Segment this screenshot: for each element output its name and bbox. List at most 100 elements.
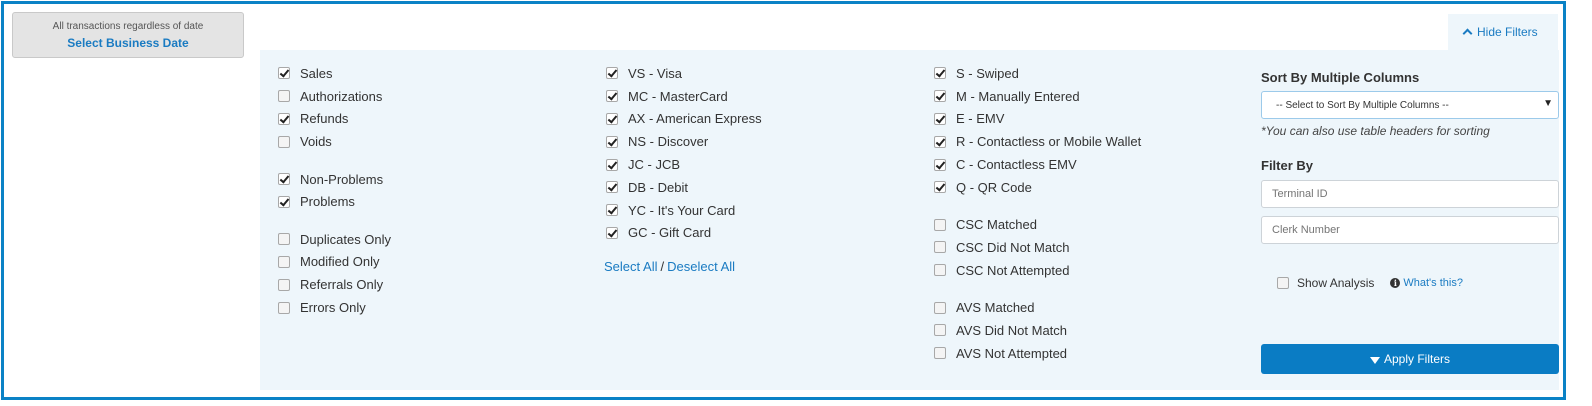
filter-option-label: VS - Visa [628, 65, 682, 81]
filter-checkbox[interactable] [606, 226, 618, 239]
filter-option-label: Modified Only [300, 254, 380, 270]
filter-checkbox[interactable] [606, 67, 618, 80]
filter-checkbox[interactable] [934, 347, 946, 360]
filter-checkbox[interactable] [606, 181, 618, 194]
filter-checkbox[interactable] [606, 90, 618, 103]
sort-label: Sort By Multiple Columns [1261, 70, 1420, 85]
filter-option[interactable]: YC - It's Your Card [604, 199, 762, 222]
filter-option-label: AX - American Express [628, 111, 762, 127]
filter-option-label: S - Swiped [956, 65, 1019, 81]
sort-select[interactable]: -- Select to Sort By Multiple Columns --… [1261, 91, 1559, 119]
filter-option[interactable]: Problems [276, 190, 391, 213]
filter-option[interactable]: Sales [276, 62, 391, 85]
select-business-date-link[interactable]: Select Business Date [13, 36, 243, 50]
filter-checkbox[interactable] [934, 135, 946, 148]
date-box-subtitle: All transactions regardless of date [52, 21, 204, 32]
filter-checkbox[interactable] [934, 324, 946, 337]
business-date-box[interactable]: All transactions regardless of date Sele… [12, 12, 244, 58]
filter-checkbox[interactable] [934, 181, 946, 194]
terminal-id-input[interactable] [1261, 180, 1559, 208]
filter-checkbox[interactable] [934, 241, 946, 254]
filter-checkbox[interactable] [606, 204, 618, 217]
filter-option-label: Problems [300, 194, 355, 210]
filter-option-label: CSC Not Attempted [956, 262, 1070, 278]
filter-option-label: YC - It's Your Card [628, 202, 736, 218]
caret-down-icon: ▼ [1543, 98, 1553, 109]
filter-option[interactable]: AVS Matched [932, 296, 1141, 319]
filter-option[interactable]: R - Contactless or Mobile Wallet [932, 130, 1141, 153]
filter-option[interactable]: DB - Debit [604, 176, 762, 199]
sort-selected-value: -- Select to Sort By Multiple Columns -- [1276, 100, 1449, 111]
filter-option[interactable]: C - Contactless EMV [932, 153, 1141, 176]
filter-option[interactable]: AX - American Express [604, 108, 762, 131]
select-links-separator: / [660, 259, 665, 275]
sort-hint: *You can also use table headers for sort… [1261, 124, 1490, 138]
show-analysis-checkbox[interactable] [1277, 277, 1289, 289]
filter-option-label: JC - JCB [628, 157, 680, 173]
filter-option[interactable]: GC - Gift Card [604, 222, 762, 245]
select-all-link[interactable]: Select All [604, 259, 657, 274]
filter-option[interactable]: Duplicates Only [276, 228, 391, 251]
filter-checkbox[interactable] [934, 264, 946, 277]
filter-checkbox[interactable] [278, 233, 290, 246]
filter-option-label: DB - Debit [628, 179, 688, 195]
filter-option[interactable]: JC - JCB [604, 153, 762, 176]
whats-this-link[interactable]: i What's this? [1390, 277, 1463, 289]
clerk-number-input[interactable] [1261, 216, 1559, 244]
filter-option-label: NS - Discover [628, 134, 709, 150]
filter-option[interactable]: Referrals Only [276, 273, 391, 296]
filter-option[interactable]: AVS Not Attempted [932, 342, 1141, 365]
filter-checkbox[interactable] [278, 255, 290, 268]
filter-checkbox[interactable] [278, 173, 290, 186]
filter-option[interactable]: VS - Visa [604, 62, 762, 85]
filter-checkbox[interactable] [278, 195, 290, 208]
filter-option[interactable]: Voids [276, 130, 391, 153]
filter-option-label: Errors Only [300, 300, 366, 316]
filter-checkbox[interactable] [934, 301, 946, 314]
filter-option-label: M - Manually Entered [956, 88, 1080, 104]
filter-option[interactable]: Non-Problems [276, 168, 391, 191]
filter-checkbox[interactable] [606, 135, 618, 148]
deselect-all-link[interactable]: Deselect All [667, 259, 735, 274]
filter-option[interactable]: Refunds [276, 108, 391, 131]
filter-option-label: Refunds [300, 111, 349, 127]
filter-option[interactable]: MC - MasterCard [604, 85, 762, 108]
filter-icon [1369, 357, 1380, 364]
filter-option[interactable]: Authorizations [276, 85, 391, 108]
filter-option-label: GC - Gift Card [628, 225, 712, 241]
filter-option[interactable]: CSC Not Attempted [932, 259, 1141, 282]
filter-option[interactable]: M - Manually Entered [932, 85, 1141, 108]
filter-checkbox[interactable] [934, 218, 946, 231]
apply-filters-button[interactable]: Apply Filters [1261, 344, 1559, 374]
filter-checkbox[interactable] [934, 158, 946, 171]
filter-by-label: Filter By [1261, 158, 1314, 173]
filter-option[interactable]: AVS Did Not Match [932, 319, 1141, 342]
filter-checkbox[interactable] [934, 67, 946, 80]
filter-option-label: Non-Problems [300, 171, 384, 187]
filter-checkbox[interactable] [278, 67, 290, 80]
filter-checkbox[interactable] [934, 112, 946, 125]
whats-this-label: What's this? [1403, 277, 1463, 289]
show-analysis-row: Show Analysis i What's this? [1261, 276, 1559, 290]
filter-option[interactable]: S - Swiped [932, 62, 1141, 85]
filter-checkbox[interactable] [278, 135, 290, 148]
filter-option-label: AVS Not Attempted [956, 345, 1068, 361]
filters-panel: Sales Authorizations Refunds Voids Non-Prob… [260, 50, 1559, 390]
hide-filters-button[interactable]: Hide Filters [1448, 14, 1558, 50]
filter-checkbox[interactable] [278, 90, 290, 103]
filter-option[interactable]: Q - QR Code [932, 176, 1141, 199]
filter-option[interactable]: NS - Discover [604, 130, 762, 153]
filter-checkbox[interactable] [606, 112, 618, 125]
filter-checkbox[interactable] [278, 112, 290, 125]
filter-option[interactable]: E - EMV [932, 108, 1141, 131]
filter-checkbox[interactable] [934, 90, 946, 103]
transaction-filters-column: Sales Authorizations Refunds Voids Non-Prob… [276, 62, 391, 319]
filter-option[interactable]: Modified Only [276, 251, 391, 274]
filter-option[interactable]: CSC Matched [932, 213, 1141, 236]
filter-checkbox[interactable] [606, 158, 618, 171]
filter-checkbox[interactable] [278, 301, 290, 314]
filter-option[interactable]: Errors Only [276, 296, 391, 319]
filter-option[interactable]: CSC Did Not Match [932, 236, 1141, 259]
filter-checkbox[interactable] [278, 278, 290, 291]
filter-option-label: C - Contactless EMV [956, 157, 1077, 173]
